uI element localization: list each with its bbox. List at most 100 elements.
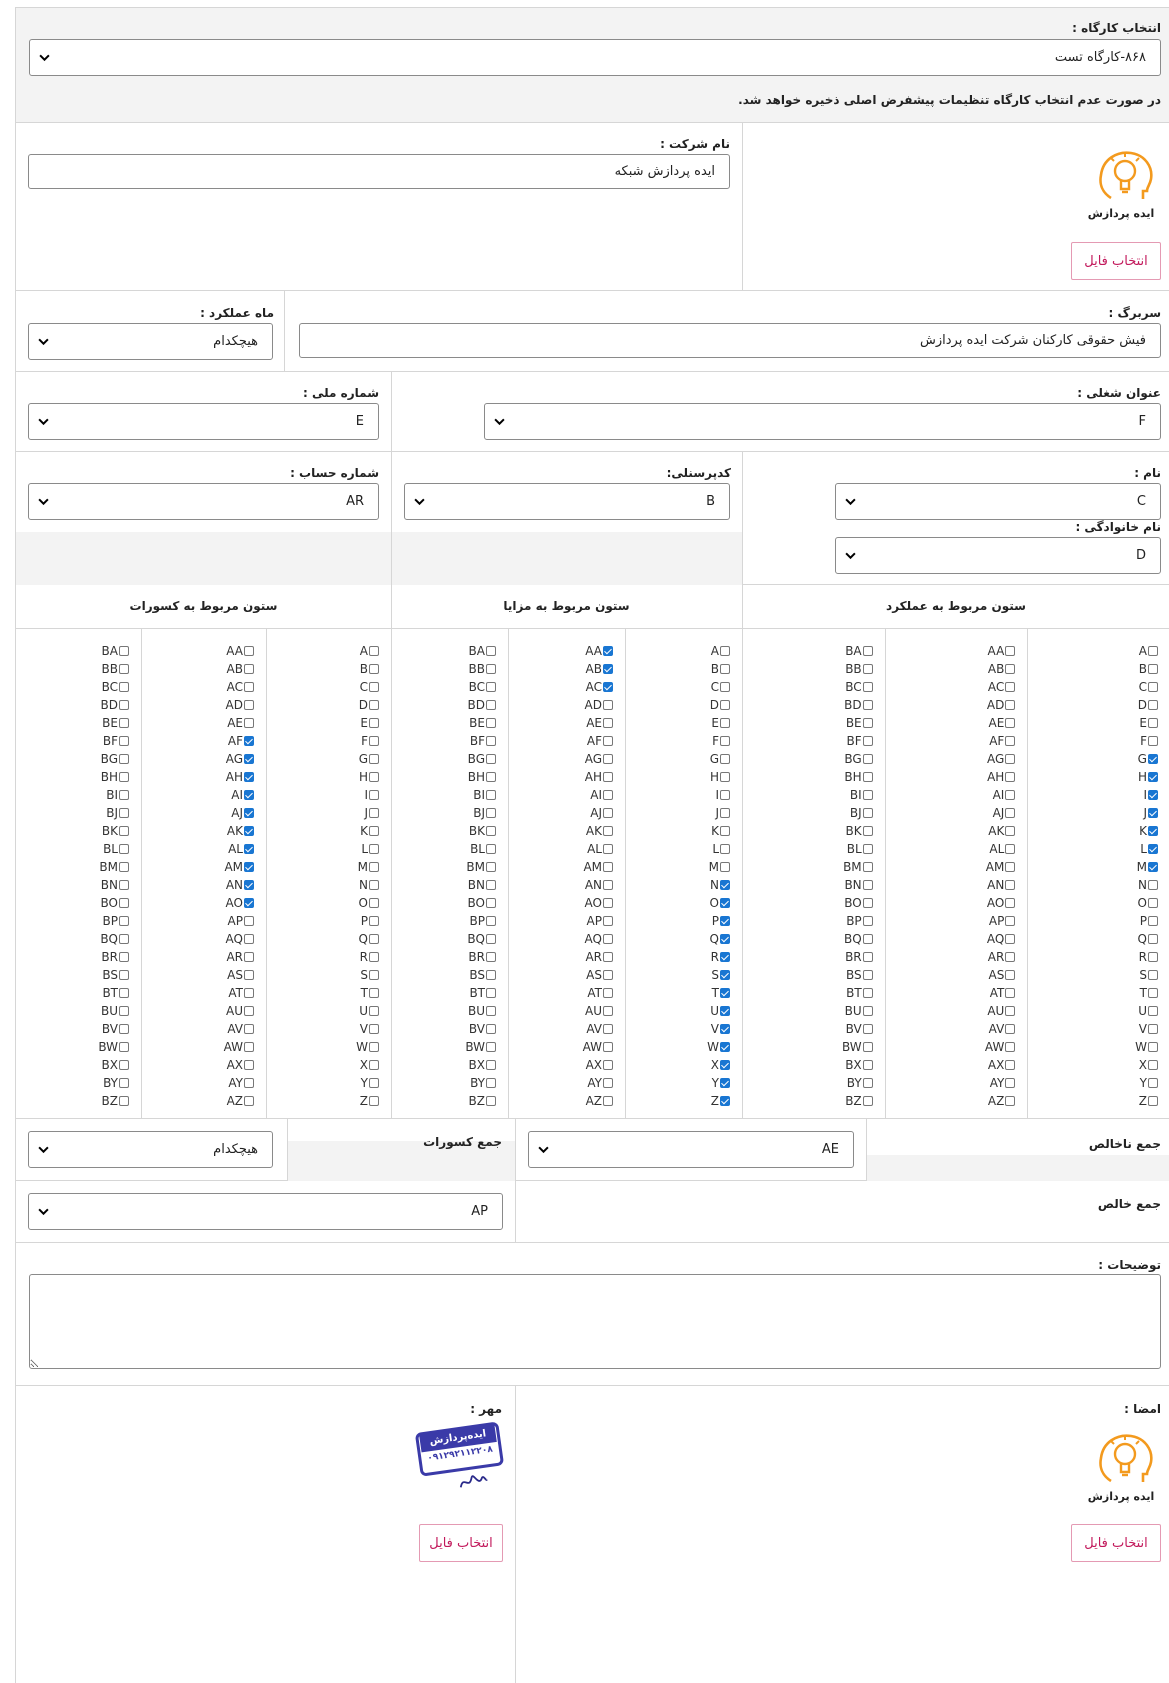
deductions-column-checkbox-N[interactable]: N bbox=[359, 875, 379, 894]
benefits-column-checkbox-AU[interactable]: AU bbox=[585, 1001, 613, 1020]
checkbox[interactable] bbox=[486, 681, 496, 692]
checkbox[interactable] bbox=[369, 1059, 379, 1070]
performance-column-checkbox-AN[interactable]: AN bbox=[987, 875, 1016, 894]
performance-column-checkbox-AO[interactable]: AO bbox=[987, 893, 1016, 912]
checkbox[interactable] bbox=[244, 861, 254, 872]
checkbox[interactable] bbox=[1147, 1095, 1158, 1106]
benefits-column-checkbox-R[interactable]: R bbox=[711, 947, 730, 966]
checkbox[interactable] bbox=[862, 951, 873, 962]
performance-column-checkbox-AT[interactable]: AT bbox=[990, 983, 1016, 1002]
performance-column-checkbox-AQ[interactable]: AQ bbox=[987, 929, 1016, 948]
performance-column-checkbox-AM[interactable]: AM bbox=[986, 857, 1016, 876]
performance-column-checkbox-BY[interactable]: BY bbox=[847, 1073, 873, 1092]
checkbox[interactable] bbox=[244, 645, 254, 656]
benefits-column-checkbox-V[interactable]: V bbox=[711, 1019, 730, 1038]
benefits-column-checkbox-AC[interactable]: AC bbox=[586, 677, 613, 696]
stamp-file-button[interactable]: انتخاب فایل bbox=[419, 1524, 503, 1562]
performance-column-checkbox-AS[interactable]: AS bbox=[988, 965, 1016, 984]
checkbox[interactable] bbox=[720, 861, 730, 872]
benefits-column-checkbox-AP[interactable]: AP bbox=[587, 911, 613, 930]
checkbox[interactable] bbox=[119, 735, 129, 746]
benefits-column-checkbox-H[interactable]: H bbox=[710, 767, 730, 786]
checkbox[interactable] bbox=[1005, 879, 1016, 890]
checkbox[interactable] bbox=[1147, 681, 1158, 692]
checkbox[interactable] bbox=[720, 897, 730, 908]
benefits-column-checkbox-AY[interactable]: AY bbox=[587, 1073, 613, 1092]
benefits-column-checkbox-BX[interactable]: BX bbox=[469, 1055, 496, 1074]
performance-column-checkbox-BN[interactable]: BN bbox=[844, 875, 873, 894]
deductions-column-checkbox-BZ[interactable]: BZ bbox=[102, 1091, 129, 1110]
checkbox[interactable] bbox=[862, 1041, 873, 1052]
checkbox[interactable] bbox=[244, 1005, 254, 1016]
performance-column-checkbox-BR[interactable]: BR bbox=[845, 947, 873, 966]
deductions-column-checkbox-BO[interactable]: BO bbox=[101, 893, 129, 912]
checkbox[interactable] bbox=[119, 1095, 129, 1106]
checkbox[interactable] bbox=[1005, 969, 1016, 980]
deductions-column-checkbox-L[interactable]: L bbox=[361, 839, 379, 858]
checkbox[interactable] bbox=[119, 663, 129, 674]
account-number-select[interactable]: AR bbox=[28, 483, 379, 520]
benefits-column-checkbox-M[interactable]: M bbox=[709, 857, 730, 876]
checkbox[interactable] bbox=[603, 681, 613, 692]
benefits-column-checkbox-BP[interactable]: BP bbox=[470, 911, 496, 930]
checkbox[interactable] bbox=[603, 807, 613, 818]
benefits-column-checkbox-AR[interactable]: AR bbox=[585, 947, 613, 966]
deductions-column-checkbox-AF[interactable]: AF bbox=[228, 731, 254, 750]
checkbox[interactable] bbox=[862, 807, 873, 818]
checkbox[interactable] bbox=[862, 717, 873, 728]
performance-column-checkbox-AG[interactable]: AG bbox=[987, 749, 1016, 768]
deductions-column-checkbox-AH[interactable]: AH bbox=[226, 767, 254, 786]
deductions-column-checkbox-AT[interactable]: AT bbox=[228, 983, 254, 1002]
checkbox[interactable] bbox=[1005, 717, 1016, 728]
checkbox[interactable] bbox=[486, 1005, 496, 1016]
deductions-column-checkbox-P[interactable]: P bbox=[361, 911, 379, 930]
checkbox[interactable] bbox=[244, 735, 254, 746]
checkbox[interactable] bbox=[603, 735, 613, 746]
performance-column-checkbox-AI[interactable]: AI bbox=[993, 785, 1016, 804]
checkbox[interactable] bbox=[1005, 771, 1016, 782]
checkbox[interactable] bbox=[720, 951, 730, 962]
checkbox[interactable] bbox=[486, 771, 496, 782]
benefits-column-checkbox-BZ[interactable]: BZ bbox=[469, 1091, 496, 1110]
checkbox[interactable] bbox=[486, 969, 496, 980]
checkbox[interactable] bbox=[603, 915, 613, 926]
benefits-column-checkbox-BK[interactable]: BK bbox=[469, 821, 496, 840]
checkbox[interactable] bbox=[1005, 1095, 1016, 1106]
checkbox[interactable] bbox=[862, 825, 873, 836]
checkbox[interactable] bbox=[862, 699, 873, 710]
performance-column-checkbox-AX[interactable]: AX bbox=[988, 1055, 1016, 1074]
deductions-column-checkbox-BB[interactable]: BB bbox=[102, 659, 129, 678]
checkbox[interactable] bbox=[119, 1041, 129, 1052]
checkbox[interactable] bbox=[862, 1095, 873, 1106]
deductions-column-checkbox-BI[interactable]: BI bbox=[106, 785, 129, 804]
checkbox[interactable] bbox=[720, 825, 730, 836]
deductions-column-checkbox-BL[interactable]: BL bbox=[103, 839, 129, 858]
benefits-column-checkbox-BG[interactable]: BG bbox=[468, 749, 496, 768]
deductions-column-checkbox-AZ[interactable]: AZ bbox=[227, 1091, 254, 1110]
checkbox[interactable] bbox=[244, 843, 254, 854]
deductions-column-checkbox-AE[interactable]: AE bbox=[227, 713, 254, 732]
deductions-column-checkbox-AC[interactable]: AC bbox=[227, 677, 254, 696]
checkbox[interactable] bbox=[119, 861, 129, 872]
checkbox[interactable] bbox=[720, 1077, 730, 1088]
deductions-column-checkbox-M[interactable]: M bbox=[358, 857, 379, 876]
performance-column-checkbox-M[interactable]: M bbox=[1137, 857, 1158, 876]
checkbox[interactable] bbox=[369, 843, 379, 854]
deductions-column-checkbox-B[interactable]: B bbox=[360, 659, 379, 678]
benefits-column-checkbox-AM[interactable]: AM bbox=[583, 857, 613, 876]
performance-column-checkbox-G[interactable]: G bbox=[1138, 749, 1158, 768]
performance-column-checkbox-AW[interactable]: AW bbox=[985, 1037, 1016, 1056]
checkbox[interactable] bbox=[486, 951, 496, 962]
performance-column-checkbox-BZ[interactable]: BZ bbox=[845, 1091, 873, 1110]
checkbox[interactable] bbox=[720, 663, 730, 674]
performance-column-checkbox-C[interactable]: C bbox=[1139, 677, 1158, 696]
deductions-column-checkbox-X[interactable]: X bbox=[360, 1055, 379, 1074]
checkbox[interactable] bbox=[862, 879, 873, 890]
deductions-column-checkbox-S[interactable]: S bbox=[360, 965, 379, 984]
performance-column-checkbox-BM[interactable]: BM bbox=[843, 857, 873, 876]
performance-column-checkbox-BA[interactable]: BA bbox=[845, 641, 873, 660]
checkbox[interactable] bbox=[486, 645, 496, 656]
performance-column-checkbox-BI[interactable]: BI bbox=[850, 785, 873, 804]
checkbox[interactable] bbox=[1005, 825, 1016, 836]
checkbox[interactable] bbox=[1147, 861, 1158, 872]
